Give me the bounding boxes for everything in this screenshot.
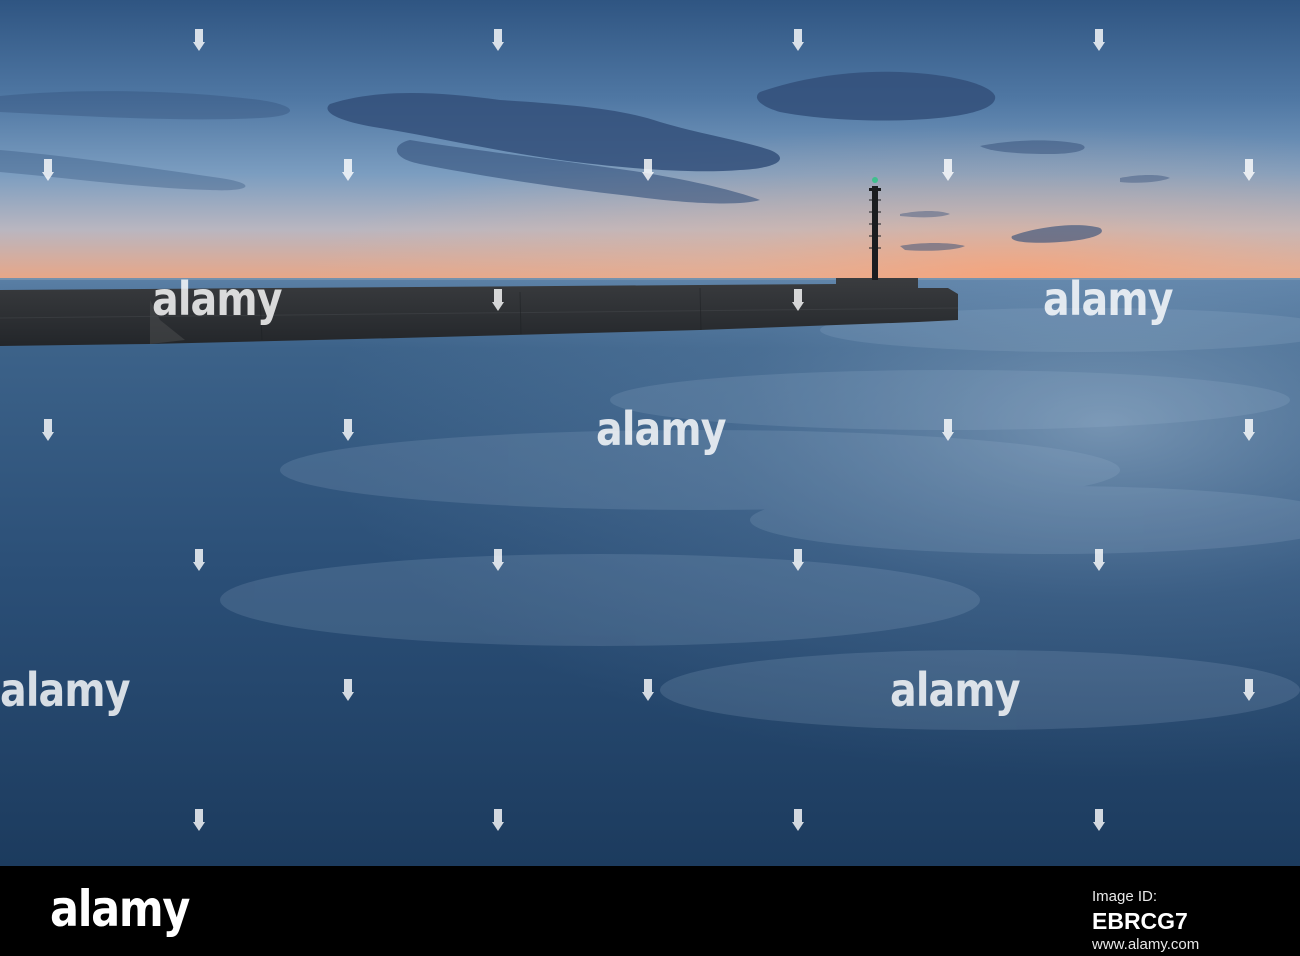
website-url: www.alamy.com [1092,935,1200,953]
image-id-block: Image ID: EBRCG7 www.alamy.com [1092,888,1262,954]
footer-logo: alamy [50,880,190,938]
seascape-photo-svg [0,0,1300,866]
page: alamy alamy alamy alamy alamy alamy Imag… [0,0,1300,956]
horizon-line [0,278,1300,280]
image-id-label: Image ID: [1092,888,1158,905]
image-id-value: EBRCG7 [1092,908,1188,934]
seascape-photo: alamy alamy alamy alamy alamy [0,0,1300,866]
footer-bar: alamy Image ID: EBRCG7 www.alamy.com [0,866,1300,956]
